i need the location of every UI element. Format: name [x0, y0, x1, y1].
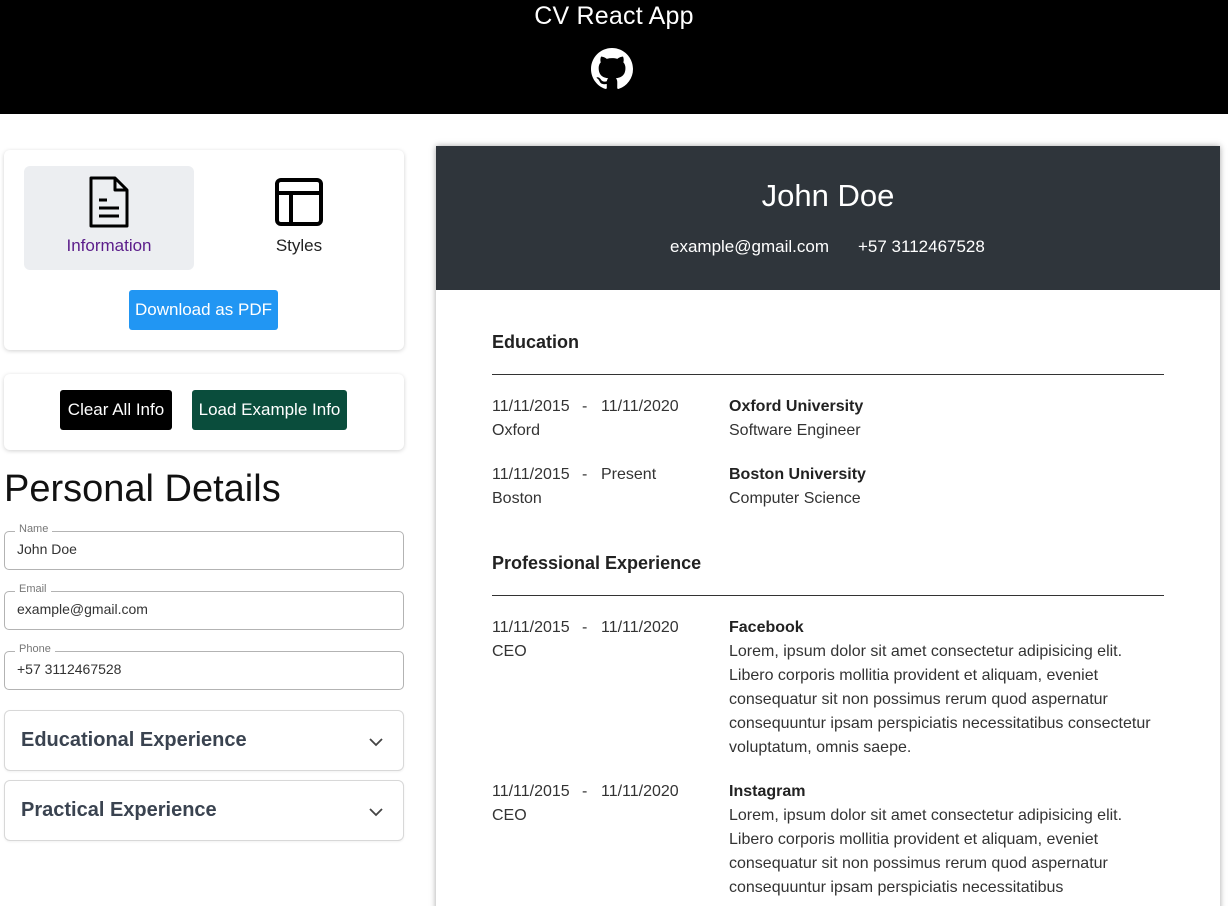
entry-role: CEO: [492, 643, 527, 660]
email-field: Email: [4, 583, 404, 630]
cv-education-title: Education: [492, 332, 580, 352]
entry-place: Boston: [492, 490, 542, 507]
entry-place: Oxford: [492, 422, 541, 439]
entry-organization: Boston University: [729, 466, 866, 483]
end-date: Present: [601, 466, 657, 483]
start-date: 11/11/2015: [492, 398, 570, 415]
chevron-down-icon: [369, 808, 383, 817]
entry-details: Boston University Computer Science: [729, 463, 1159, 511]
educational-experience-accordion[interactable]: Educational Experience: [4, 710, 404, 771]
tab-information[interactable]: Information: [24, 166, 194, 270]
start-date: 11/11/2015: [492, 466, 570, 483]
download-pdf-button[interactable]: Download as PDF: [129, 290, 278, 330]
entry-organization: Facebook: [729, 619, 804, 636]
entry-details: Oxford University Software Engineer: [729, 395, 1159, 443]
name-input[interactable]: [17, 541, 387, 557]
cv-phone: +57 3112467528: [858, 237, 985, 256]
end-date: 11/11/2020: [601, 619, 679, 636]
entry-description: Computer Science: [729, 490, 861, 507]
entry-organization: Oxford University: [729, 398, 864, 415]
cv-experience-title: Professional Experience: [492, 553, 702, 573]
actions-card: Clear All Info Load Example Info: [4, 374, 404, 450]
github-icon[interactable]: [591, 48, 633, 90]
tab-information-label: Information: [66, 236, 152, 255]
entry-description: Lorem, ipsum dolor sit amet consectetur …: [729, 643, 1151, 756]
entry-description: Software Engineer: [729, 422, 861, 439]
email-field-label: Email: [15, 583, 51, 595]
start-date: 11/11/2015: [492, 783, 570, 800]
load-example-button[interactable]: Load Example Info: [192, 390, 347, 430]
entry-description: Lorem, ipsum dolor sit amet consectetur …: [729, 807, 1123, 896]
cv-header: John Doe example@gmail.com +57 311246752…: [436, 146, 1220, 290]
practical-experience-accordion[interactable]: Practical Experience: [4, 780, 404, 841]
layout-icon: [275, 178, 323, 226]
date-separator: -: [582, 398, 588, 415]
phone-field-label: Phone: [15, 643, 55, 655]
name-field-label: Name: [15, 523, 53, 535]
phone-field: Phone: [4, 643, 404, 690]
chevron-down-icon: [369, 738, 383, 747]
name-field: Name: [4, 523, 404, 570]
app-title: CV React App: [534, 2, 694, 30]
practical-experience-label: Practical Experience: [21, 799, 217, 821]
date-separator: -: [582, 783, 588, 800]
cv-name: John Doe: [761, 178, 895, 213]
app-header: CV React App: [0, 0, 1228, 114]
tab-styles-label: Styles: [275, 236, 323, 255]
start-date: 11/11/2015: [492, 619, 570, 636]
date-separator: -: [582, 619, 588, 636]
date-separator: -: [582, 466, 588, 483]
clear-all-button[interactable]: Clear All Info: [60, 390, 172, 430]
tab-styles[interactable]: Styles: [214, 166, 384, 270]
entry-organization: Instagram: [729, 783, 806, 800]
end-date: 11/11/2020: [601, 398, 679, 415]
divider: [492, 374, 1164, 375]
divider: [492, 595, 1164, 596]
cv-preview: John Doe example@gmail.com +57 311246752…: [436, 146, 1220, 906]
mode-card: Information Styles Download as PDF: [4, 150, 404, 350]
entry-role: CEO: [492, 807, 527, 824]
entry-details: Instagram Lorem, ipsum dolor sit amet co…: [729, 780, 1159, 900]
personal-details-title: Personal Details: [4, 468, 281, 510]
entry-details: Facebook Lorem, ipsum dolor sit amet con…: [729, 616, 1159, 760]
end-date: 11/11/2020: [601, 783, 679, 800]
document-icon: [89, 176, 129, 228]
educational-experience-label: Educational Experience: [21, 729, 247, 751]
email-input[interactable]: [17, 601, 387, 617]
cv-email: example@gmail.com: [670, 237, 829, 256]
phone-input[interactable]: [17, 661, 387, 677]
